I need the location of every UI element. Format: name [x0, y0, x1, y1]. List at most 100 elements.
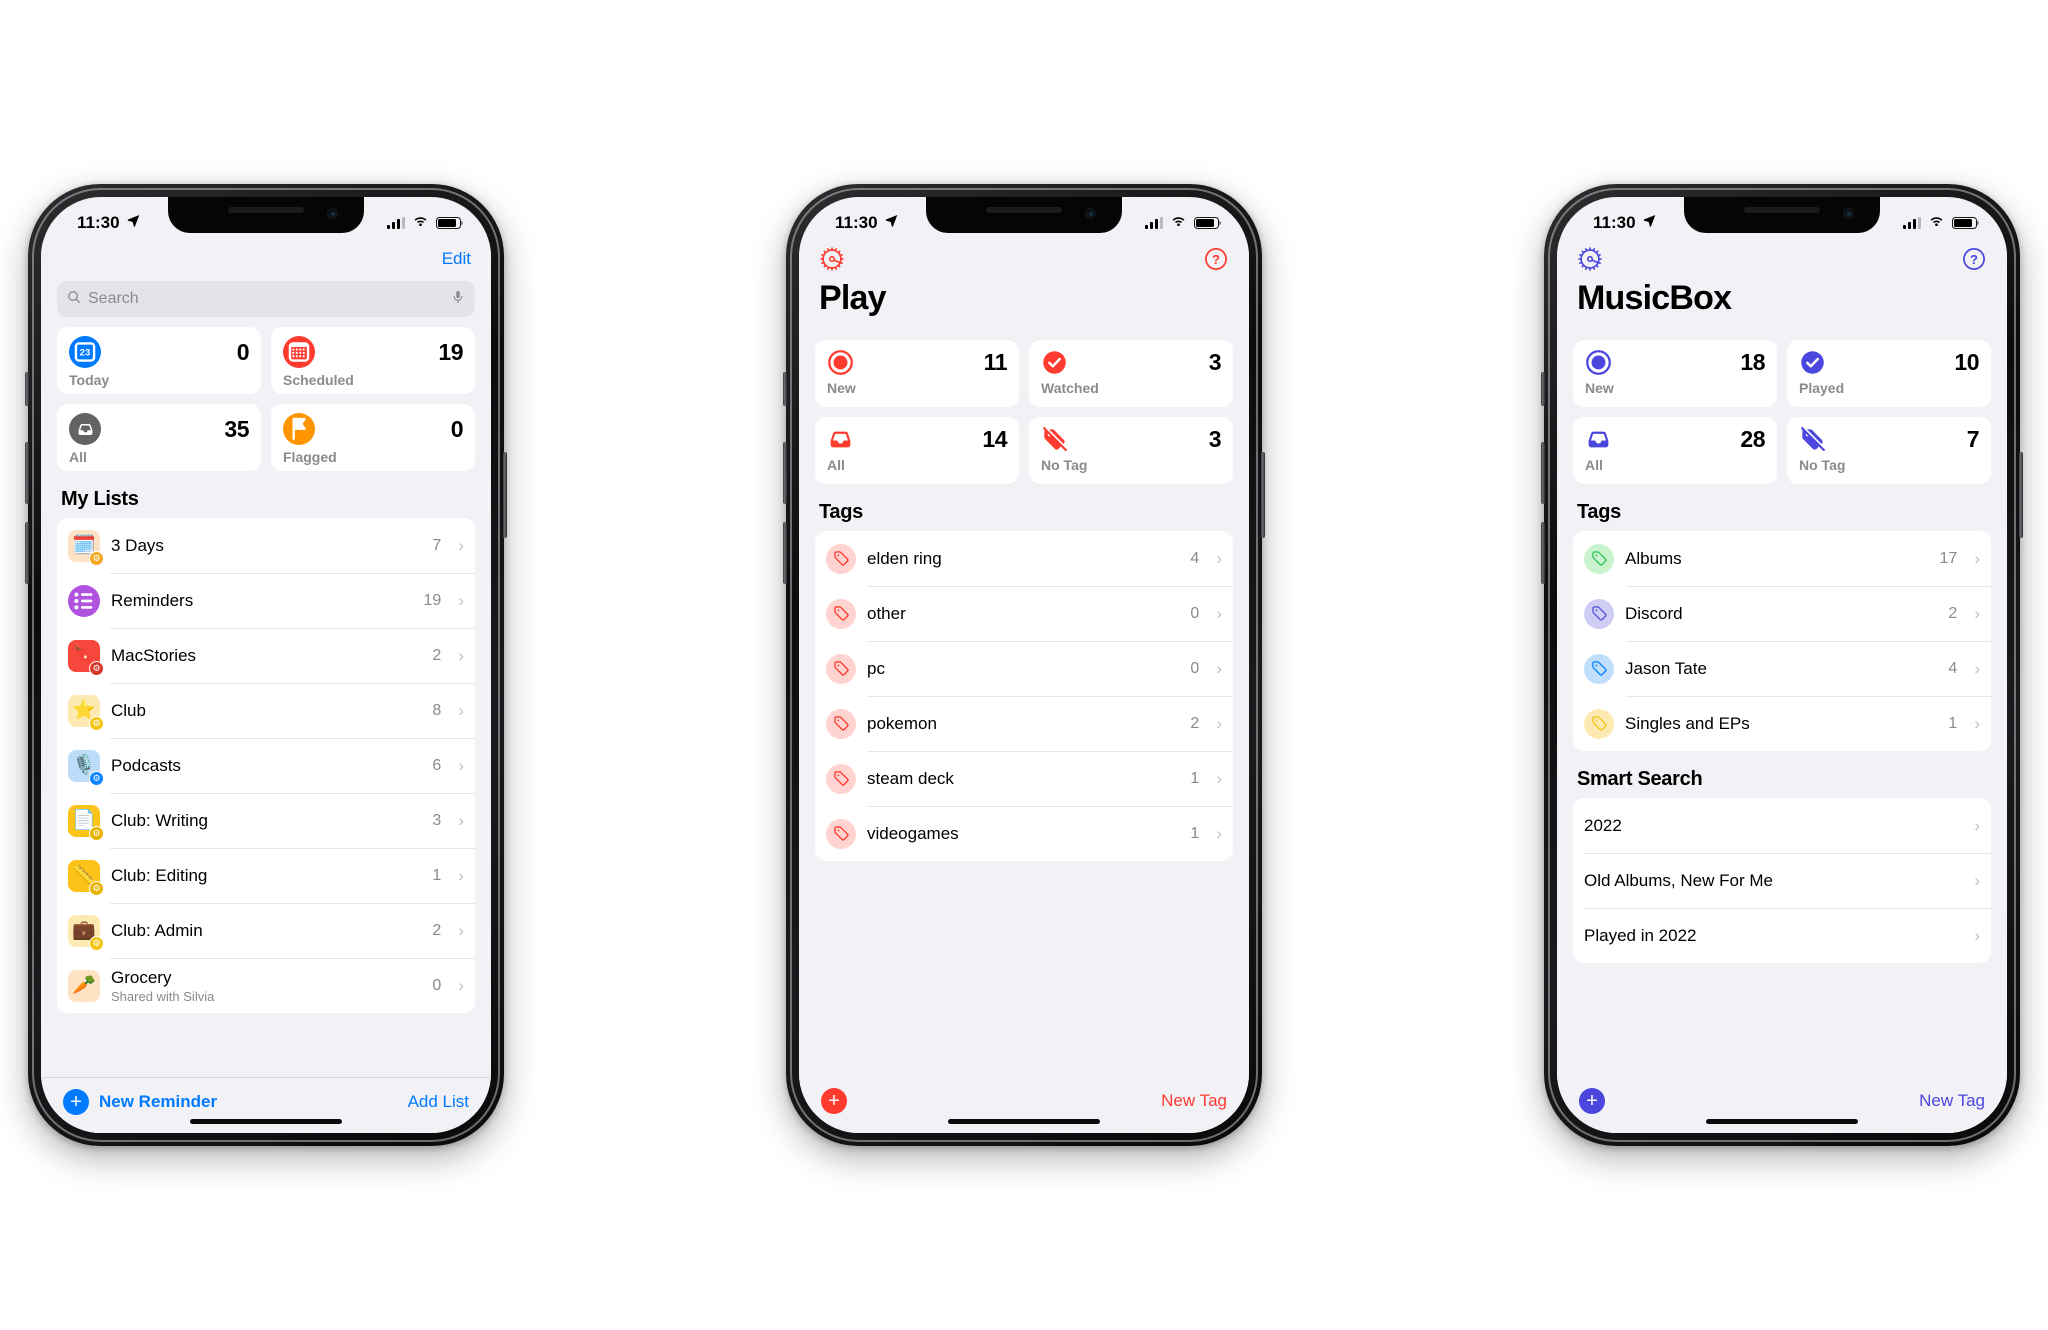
- volume-down-button[interactable]: [1541, 522, 1545, 584]
- chevron-right-icon: ›: [1974, 815, 1980, 835]
- bottom-toolbar: + New Tag: [799, 1077, 1249, 1133]
- card-label: New: [827, 380, 856, 396]
- home-indicator[interactable]: [1706, 1119, 1858, 1124]
- phone-reminders: 11:30 Edit Search 23 0 Today 19 Schedule…: [25, 184, 507, 1146]
- stat-card-no-tag[interactable]: 3 No Tag: [1029, 417, 1233, 484]
- list-row[interactable]: 🔖 ⚙ MacStories 2 ›: [57, 628, 475, 683]
- search-input[interactable]: Search: [57, 281, 475, 317]
- status-right: [1145, 213, 1222, 233]
- gear-icon[interactable]: [819, 246, 845, 272]
- signal-bars-icon: [1145, 217, 1163, 229]
- question-mark-circle-icon[interactable]: ?: [1961, 246, 1987, 272]
- list-row[interactable]: videogames 1 ›: [815, 806, 1233, 861]
- row-count: 1: [432, 866, 442, 884]
- volume-up-button[interactable]: [25, 442, 29, 504]
- power-button[interactable]: [503, 452, 507, 538]
- svg-text:?: ?: [1212, 252, 1220, 267]
- card-label: Watched: [1041, 380, 1099, 396]
- list-row[interactable]: ⭐ ⚙ Club 8 ›: [57, 683, 475, 738]
- question-mark-circle-icon[interactable]: ?: [1203, 246, 1229, 272]
- list-row[interactable]: 🥕 Grocery Shared with Silvia 0 ›: [57, 958, 475, 1013]
- list-group: Albums 17 › Discord 2 › Jason Tate 4 › S…: [1573, 531, 1991, 751]
- volume-down-button[interactable]: [25, 522, 29, 584]
- stat-card-played[interactable]: 10 Played: [1787, 340, 1991, 407]
- edit-button[interactable]: Edit: [442, 249, 471, 269]
- card-top-row: 10: [1799, 349, 1979, 376]
- stat-card-all[interactable]: 14 All: [815, 417, 1019, 484]
- toolbar-left[interactable]: +: [821, 1088, 847, 1114]
- status-left: 11:30: [1593, 213, 1657, 233]
- list-row[interactable]: pc 0 ›: [815, 641, 1233, 696]
- volume-down-button[interactable]: [783, 522, 787, 584]
- stat-card-today[interactable]: 23 0 Today: [57, 327, 261, 394]
- mute-switch[interactable]: [1541, 372, 1545, 406]
- row-title: Singles and EPs: [1625, 713, 1750, 733]
- scroll-area[interactable]: Search 23 0 Today 19 Scheduled 35 All 0 …: [41, 275, 491, 1077]
- list-row[interactable]: Albums 17 ›: [1573, 531, 1991, 586]
- toolbar-left[interactable]: + New Reminder: [63, 1088, 217, 1115]
- scroll-area[interactable]: MusicBox 18 New 10 Played 28 All 7 No Ta…: [1557, 275, 2007, 1077]
- chevron-right-icon: ›: [458, 535, 464, 555]
- stat-card-all[interactable]: 35 All: [57, 404, 261, 471]
- list-row[interactable]: 🎙️ ⚙ Podcasts 6 ›: [57, 738, 475, 793]
- chevron-right-icon: ›: [458, 975, 464, 995]
- home-indicator[interactable]: [948, 1119, 1100, 1124]
- toolbar-secondary-button[interactable]: New Tag: [1161, 1091, 1227, 1111]
- stat-card-watched[interactable]: 3 Watched: [1029, 340, 1233, 407]
- stat-card-all[interactable]: 28 All: [1573, 417, 1777, 484]
- microphone-icon[interactable]: [450, 289, 466, 310]
- list-row[interactable]: Jason Tate 4 ›: [1573, 641, 1991, 696]
- list-row[interactable]: 2022 ›: [1573, 798, 1991, 853]
- toolbar-secondary-button[interactable]: Add List: [408, 1092, 469, 1112]
- list-row[interactable]: Reminders 19 ›: [57, 573, 475, 628]
- stat-card-new[interactable]: 11 New: [815, 340, 1019, 407]
- scroll-area[interactable]: Play 11 New 3 Watched 14 All 3 No Tag Ta…: [799, 275, 1249, 1077]
- stat-card-new[interactable]: 18 New: [1573, 340, 1777, 407]
- list-group: 2022 › Old Albums, New For Me › Played i…: [1573, 798, 1991, 963]
- battery-icon: [1194, 217, 1222, 229]
- power-button[interactable]: [1261, 452, 1265, 538]
- search-icon: [66, 289, 82, 310]
- section-header: My Lists: [61, 488, 139, 510]
- chevron-right-icon: ›: [1974, 713, 1980, 733]
- toolbar-secondary-button[interactable]: New Tag: [1919, 1091, 1985, 1111]
- chevron-right-icon: ›: [458, 755, 464, 775]
- stat-card-scheduled[interactable]: 19 Scheduled: [271, 327, 475, 394]
- list-row[interactable]: 📄 ⚙ Club: Writing 3 ›: [57, 793, 475, 848]
- power-button[interactable]: [2019, 452, 2023, 538]
- mute-switch[interactable]: [783, 372, 787, 406]
- list-row[interactable]: Played in 2022 ›: [1573, 908, 1991, 963]
- plus-circle-icon[interactable]: +: [63, 1088, 89, 1115]
- home-indicator[interactable]: [190, 1119, 342, 1124]
- list-row[interactable]: pokemon 2 ›: [815, 696, 1233, 751]
- stat-card-flagged[interactable]: 0 Flagged: [271, 404, 475, 471]
- stat-card-no-tag[interactable]: 7 No Tag: [1787, 417, 1991, 484]
- row-title: pc: [867, 658, 885, 678]
- row-count: 2: [1948, 604, 1958, 622]
- card-count: 14: [982, 426, 1007, 452]
- notch: [926, 197, 1122, 233]
- plus-circle-icon[interactable]: +: [1579, 1088, 1605, 1114]
- list-row[interactable]: 🗓️ ⚙ 3 Days 7 ›: [57, 518, 475, 573]
- list-row[interactable]: 💼 ⚙ Club: Admin 2 ›: [57, 903, 475, 958]
- list-row[interactable]: elden ring 4 ›: [815, 531, 1233, 586]
- list-row[interactable]: Singles and EPs 1 ›: [1573, 696, 1991, 751]
- list-row[interactable]: other 0 ›: [815, 586, 1233, 641]
- toolbar-left[interactable]: +: [1579, 1088, 1605, 1114]
- list-row[interactable]: Discord 2 ›: [1573, 586, 1991, 641]
- section-header: Tags: [819, 501, 863, 523]
- list-row[interactable]: steam deck 1 ›: [815, 751, 1233, 806]
- card-top-row: 35: [69, 413, 249, 445]
- plus-circle-icon[interactable]: +: [821, 1088, 847, 1114]
- card-label: All: [69, 449, 87, 465]
- wifi-icon: [412, 213, 429, 233]
- search-placeholder: Search: [88, 290, 139, 307]
- mute-switch[interactable]: [25, 372, 29, 406]
- list-row[interactable]: 📏 ⚙ Club: Editing 1 ›: [57, 848, 475, 903]
- gear-icon[interactable]: [1577, 246, 1603, 272]
- volume-up-button[interactable]: [783, 442, 787, 504]
- toolbar-primary-label[interactable]: New Reminder: [99, 1092, 217, 1112]
- volume-up-button[interactable]: [1541, 442, 1545, 504]
- list-row[interactable]: Old Albums, New For Me ›: [1573, 853, 1991, 908]
- tag-slash-icon: [1799, 426, 1826, 453]
